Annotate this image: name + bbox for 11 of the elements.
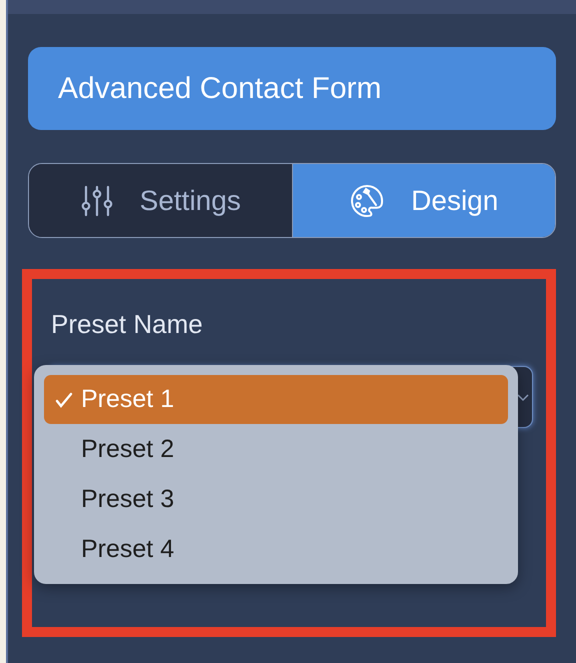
menu-option[interactable]: Preset 3 xyxy=(44,474,508,524)
checkmark-icon xyxy=(55,390,73,408)
chevron-icon xyxy=(516,393,530,403)
menu-option[interactable]: Preset 4 xyxy=(44,524,508,574)
field-label: Preset Name xyxy=(51,309,203,340)
form-title-bar: Advanced Contact Form xyxy=(28,47,556,130)
sliders-icon xyxy=(80,184,114,218)
menu-option[interactable]: Preset 1 xyxy=(44,375,508,424)
menu-option[interactable]: Preset 2 xyxy=(44,424,508,474)
palette-icon xyxy=(349,182,386,218)
tab[interactable]: Settings xyxy=(29,164,292,237)
